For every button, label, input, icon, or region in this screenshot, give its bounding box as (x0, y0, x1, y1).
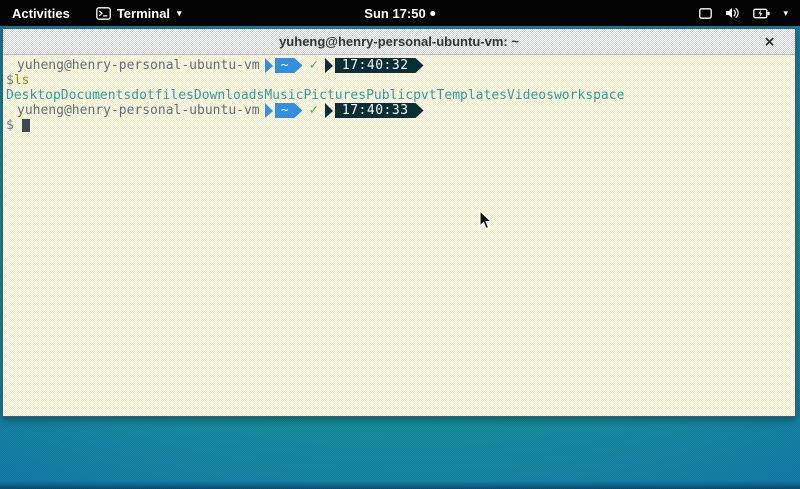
terminal-content[interactable]: yuheng@henry-personal-ubuntu-vm ~ ✓ 17:4… (3, 55, 795, 416)
directory-name: Music (264, 88, 303, 103)
directory-name: Public (366, 88, 413, 103)
status-check-icon: ✓ (309, 58, 317, 73)
prompt-symbol: $ (6, 73, 14, 88)
prompt-user-host: yuheng@henry-personal-ubuntu-vm (17, 58, 260, 73)
prompt-symbol: $ (6, 118, 14, 133)
mouse-cursor-icon (479, 210, 494, 231)
status-check-icon: ✓ (309, 103, 317, 118)
terminal-cursor (22, 119, 30, 132)
terminal-icon (96, 7, 111, 20)
screen-icon (699, 8, 712, 19)
typed-command: ls (14, 73, 30, 88)
prompt-time-segment: 17:40:33 (335, 103, 424, 118)
app-menu-terminal[interactable]: Terminal ▾ (96, 6, 182, 21)
directory-name: Downloads (194, 88, 264, 103)
powerline-arrow-icon (265, 58, 273, 73)
system-tray[interactable]: ▾ (699, 7, 800, 19)
prompt-path-segment: ~ (275, 103, 303, 118)
directory-name: workspace (554, 88, 624, 103)
directory-name: dotfiles (131, 88, 194, 103)
powerline-arrow-icon (265, 103, 273, 118)
close-button[interactable]: ✕ (764, 35, 775, 48)
volume-icon (725, 7, 740, 19)
prompt-path-segment: ~ (275, 58, 303, 73)
gnome-top-bar: Activities Terminal ▾ Sun 17:50 ▾ (0, 0, 800, 26)
prompt-line: yuheng@henry-personal-ubuntu-vm ~ ✓ 17:4… (3, 58, 795, 73)
input-line[interactable]: $ (3, 118, 795, 133)
terminal-window: yuheng@henry-personal-ubuntu-vm: ~ ✕ yuh… (2, 28, 796, 417)
directory-name: pvt (413, 88, 436, 103)
clock[interactable]: Sun 17:50 (364, 0, 435, 26)
desktop-bottom-shadow (0, 481, 800, 489)
directory-name: Templates (437, 88, 507, 103)
powerline-arrow-icon (325, 58, 333, 73)
clock-label: Sun 17:50 (364, 6, 425, 21)
directory-name: Pictures (303, 88, 366, 103)
window-titlebar[interactable]: yuheng@henry-personal-ubuntu-vm: ~ ✕ (3, 29, 795, 55)
chevron-down-icon: ▾ (177, 8, 182, 19)
ls-output-line: Desktop Documents dotfiles Downloads Mus… (3, 88, 795, 103)
command-line: $ ls (3, 73, 795, 88)
prompt-line: yuheng@henry-personal-ubuntu-vm ~ ✓ 17:4… (3, 103, 795, 118)
directory-name: Desktop (6, 88, 61, 103)
window-title: yuheng@henry-personal-ubuntu-vm: ~ (279, 34, 519, 49)
notification-dot-icon (431, 11, 436, 16)
app-menu-label: Terminal (117, 6, 170, 21)
directory-name: Videos (507, 88, 554, 103)
activities-button[interactable]: Activities (0, 6, 82, 21)
chevron-down-icon: ▾ (783, 8, 788, 19)
battery-charging-icon (753, 8, 770, 19)
prompt-time-segment: 17:40:32 (335, 58, 424, 73)
directory-name: Documents (61, 88, 131, 103)
powerline-arrow-icon (325, 103, 333, 118)
prompt-user-host: yuheng@henry-personal-ubuntu-vm (17, 103, 260, 118)
